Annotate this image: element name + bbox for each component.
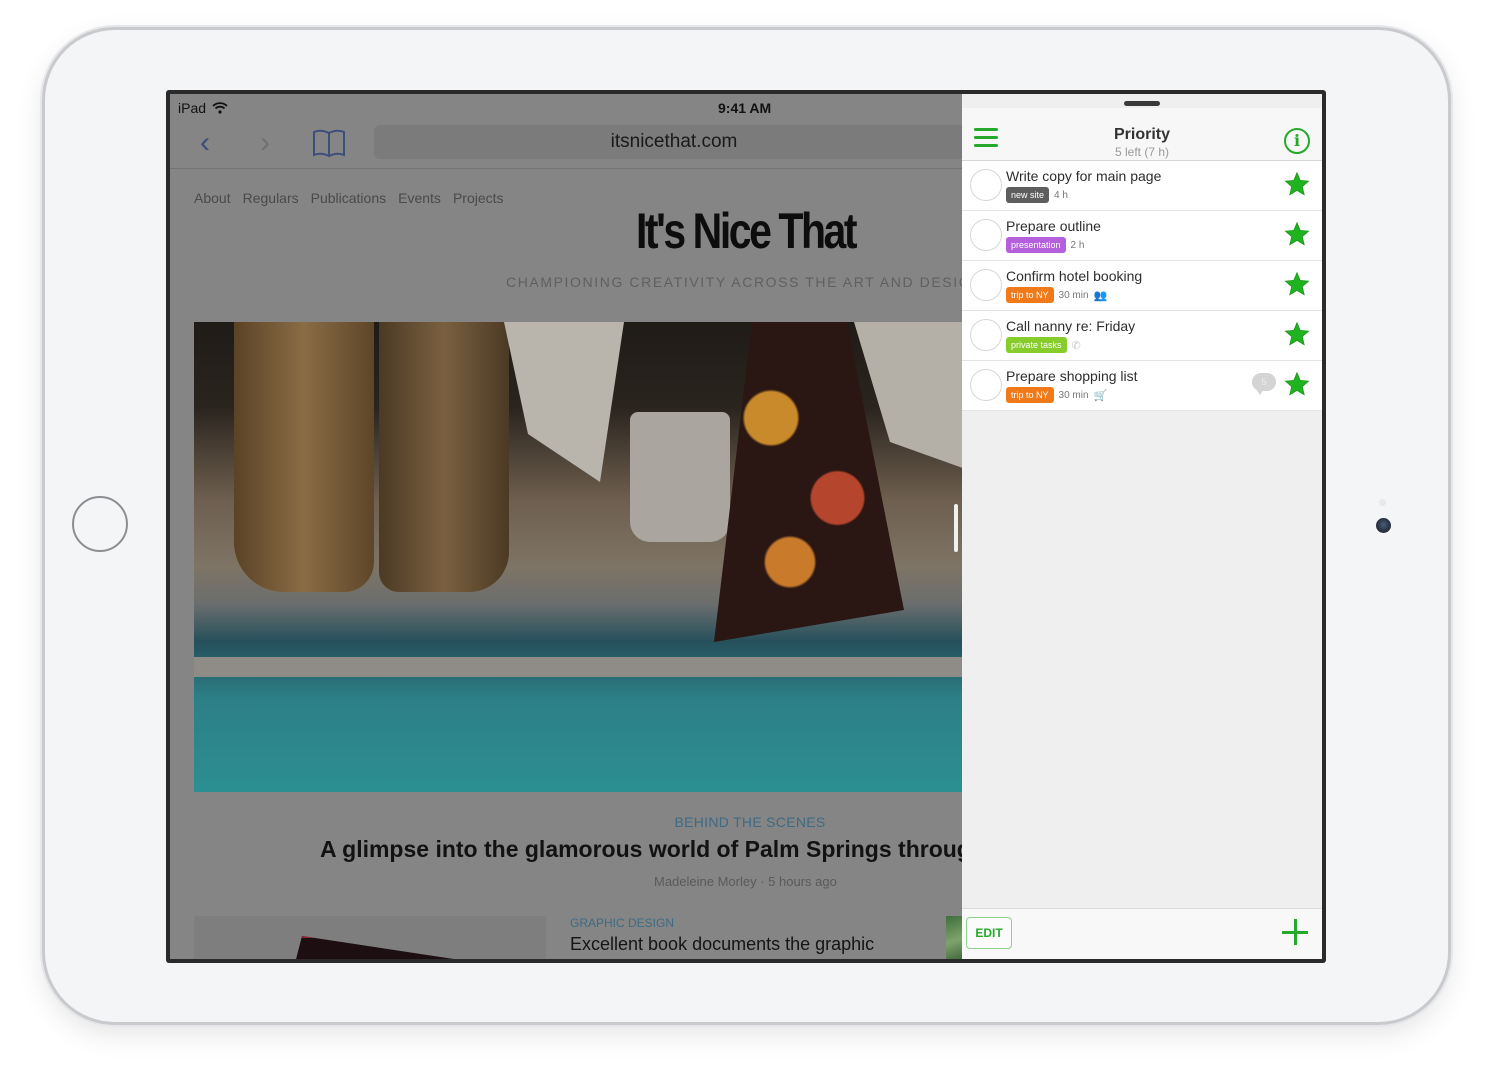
- comment-icon[interactable]: 5: [1252, 373, 1276, 395]
- complete-checkbox[interactable]: [970, 269, 1002, 301]
- task-title: Confirm hotel booking: [1006, 268, 1143, 284]
- task-duration: 30 min: [1058, 289, 1089, 301]
- task-row[interactable]: Prepare shopping list trip to NY 30 min 🛒 5: [962, 361, 1322, 411]
- task-title: Prepare outline: [1006, 218, 1101, 234]
- safari-toolbar: ‹ › itsnicethat.com: [170, 122, 962, 169]
- task-duration: 2 h: [1070, 239, 1085, 251]
- leaf-thumbnail: [946, 916, 962, 959]
- hero-image[interactable]: [194, 322, 962, 792]
- task-tag[interactable]: new site: [1006, 187, 1050, 203]
- info-icon[interactable]: i: [1284, 128, 1310, 154]
- phone-icon: ✆: [1071, 339, 1081, 352]
- palm-trunk: [234, 322, 374, 592]
- article-category[interactable]: GRAPHIC DESIGN: [570, 916, 674, 930]
- front-camera: [1376, 518, 1391, 533]
- site-nav: About Regulars Publications Events Proje…: [194, 190, 504, 206]
- status-time: 9:41 AM: [718, 100, 772, 116]
- task-title: Write copy for main page: [1006, 168, 1162, 184]
- star-icon[interactable]: [1284, 171, 1310, 197]
- site-logo[interactable]: It's Nice That: [636, 202, 858, 260]
- task-duration: 4 h: [1054, 189, 1068, 201]
- task-duration: 30 min: [1058, 389, 1089, 401]
- site-nav-about[interactable]: About: [194, 190, 231, 206]
- slide-over-grabber[interactable]: [1124, 101, 1160, 106]
- article-headline[interactable]: Excellent book documents the graphic: [570, 934, 874, 955]
- task-row[interactable]: Write copy for main page new site 4 h: [962, 161, 1322, 211]
- tasks-footer: EDIT: [962, 908, 1322, 959]
- cart-icon: 🛒: [1093, 389, 1108, 402]
- task-meta: trip to NY 30 min 👥: [1006, 287, 1107, 303]
- scroll-indicator[interactable]: [954, 504, 958, 552]
- chevron-left-icon: ‹: [200, 126, 210, 159]
- task-title: Call nanny re: Friday: [1006, 318, 1136, 334]
- article-byline: Madeleine Morley · 5 hours ago: [654, 874, 837, 889]
- task-row[interactable]: Call nanny re: Friday private tasks ✆: [962, 311, 1322, 361]
- star-icon[interactable]: [1284, 221, 1310, 247]
- task-row[interactable]: Confirm hotel booking trip to NY 30 min 👥: [962, 261, 1322, 311]
- status-bar-left: iPad: [178, 100, 228, 116]
- task-meta: new site 4 h: [1006, 187, 1068, 203]
- task-meta: private tasks ✆: [1006, 337, 1081, 353]
- task-row[interactable]: Prepare outline presentation 2 h: [962, 211, 1322, 261]
- pool-edge: [194, 657, 962, 677]
- task-tag[interactable]: private tasks: [1006, 337, 1067, 353]
- address-bar[interactable]: itsnicethat.com: [374, 125, 962, 159]
- comment-count: 5: [1261, 377, 1267, 387]
- star-icon[interactable]: [1284, 371, 1310, 397]
- article-headline[interactable]: A glimpse into the glamorous world of Pa…: [320, 836, 962, 863]
- task-meta: presentation 2 h: [1006, 237, 1084, 253]
- site-nav-projects[interactable]: Projects: [453, 190, 504, 206]
- butterfly-chair: [504, 322, 624, 482]
- light-sensor: [1379, 499, 1386, 506]
- chevron-right-icon: ›: [260, 126, 270, 159]
- wifi-icon: [212, 102, 228, 114]
- task-tag[interactable]: trip to NY: [1006, 387, 1054, 403]
- tasks-app: Priority 5 left (7 h) i Write copy for m…: [962, 94, 1322, 959]
- article-category[interactable]: BEHIND THE SCENES: [360, 814, 962, 830]
- book-icon[interactable]: [312, 128, 346, 158]
- article-thumbnail[interactable]: [194, 916, 546, 959]
- home-button[interactable]: [72, 496, 128, 552]
- palm-trunk: [379, 322, 509, 592]
- complete-checkbox[interactable]: [970, 319, 1002, 351]
- tasks-header: Priority 5 left (7 h) i: [962, 108, 1322, 161]
- people-icon: 👥: [1093, 289, 1108, 302]
- star-icon[interactable]: [1284, 271, 1310, 297]
- site-tagline: CHAMPIONING CREATIVITY ACROSS THE ART AN…: [506, 274, 962, 290]
- complete-checkbox[interactable]: [970, 169, 1002, 201]
- complete-checkbox[interactable]: [970, 219, 1002, 251]
- ipad-screen: iPad 9:41 AM ‹ › itsnicethat.com About R…: [166, 90, 1326, 963]
- back-button[interactable]: ‹: [200, 128, 210, 158]
- forward-button[interactable]: ›: [260, 128, 270, 158]
- task-list: Write copy for main page new site 4 h Prepa…: [962, 161, 1322, 411]
- list-title: Priority: [1113, 126, 1170, 143]
- plus-icon[interactable]: [1282, 919, 1308, 945]
- safari-app: iPad 9:41 AM ‹ › itsnicethat.com About R…: [170, 94, 962, 959]
- url-text: itsnicethat.com: [610, 131, 738, 152]
- task-tag[interactable]: presentation: [1006, 237, 1066, 253]
- site-nav-publications[interactable]: Publications: [311, 190, 387, 206]
- task-tag[interactable]: trip to NY: [1006, 287, 1054, 303]
- task-meta: trip to NY 30 min 🛒: [1006, 387, 1107, 403]
- site-nav-regulars[interactable]: Regulars: [243, 190, 299, 206]
- star-icon[interactable]: [1284, 321, 1310, 347]
- planter-pot: [630, 412, 730, 542]
- device-name: iPad: [178, 100, 207, 116]
- task-title: Prepare shopping list: [1006, 368, 1138, 384]
- book-shape: [286, 936, 486, 959]
- list-subtitle: 5 left (7 h): [1114, 145, 1170, 159]
- site-nav-events[interactable]: Events: [398, 190, 441, 206]
- edit-button[interactable]: EDIT: [966, 917, 1012, 949]
- complete-checkbox[interactable]: [970, 369, 1002, 401]
